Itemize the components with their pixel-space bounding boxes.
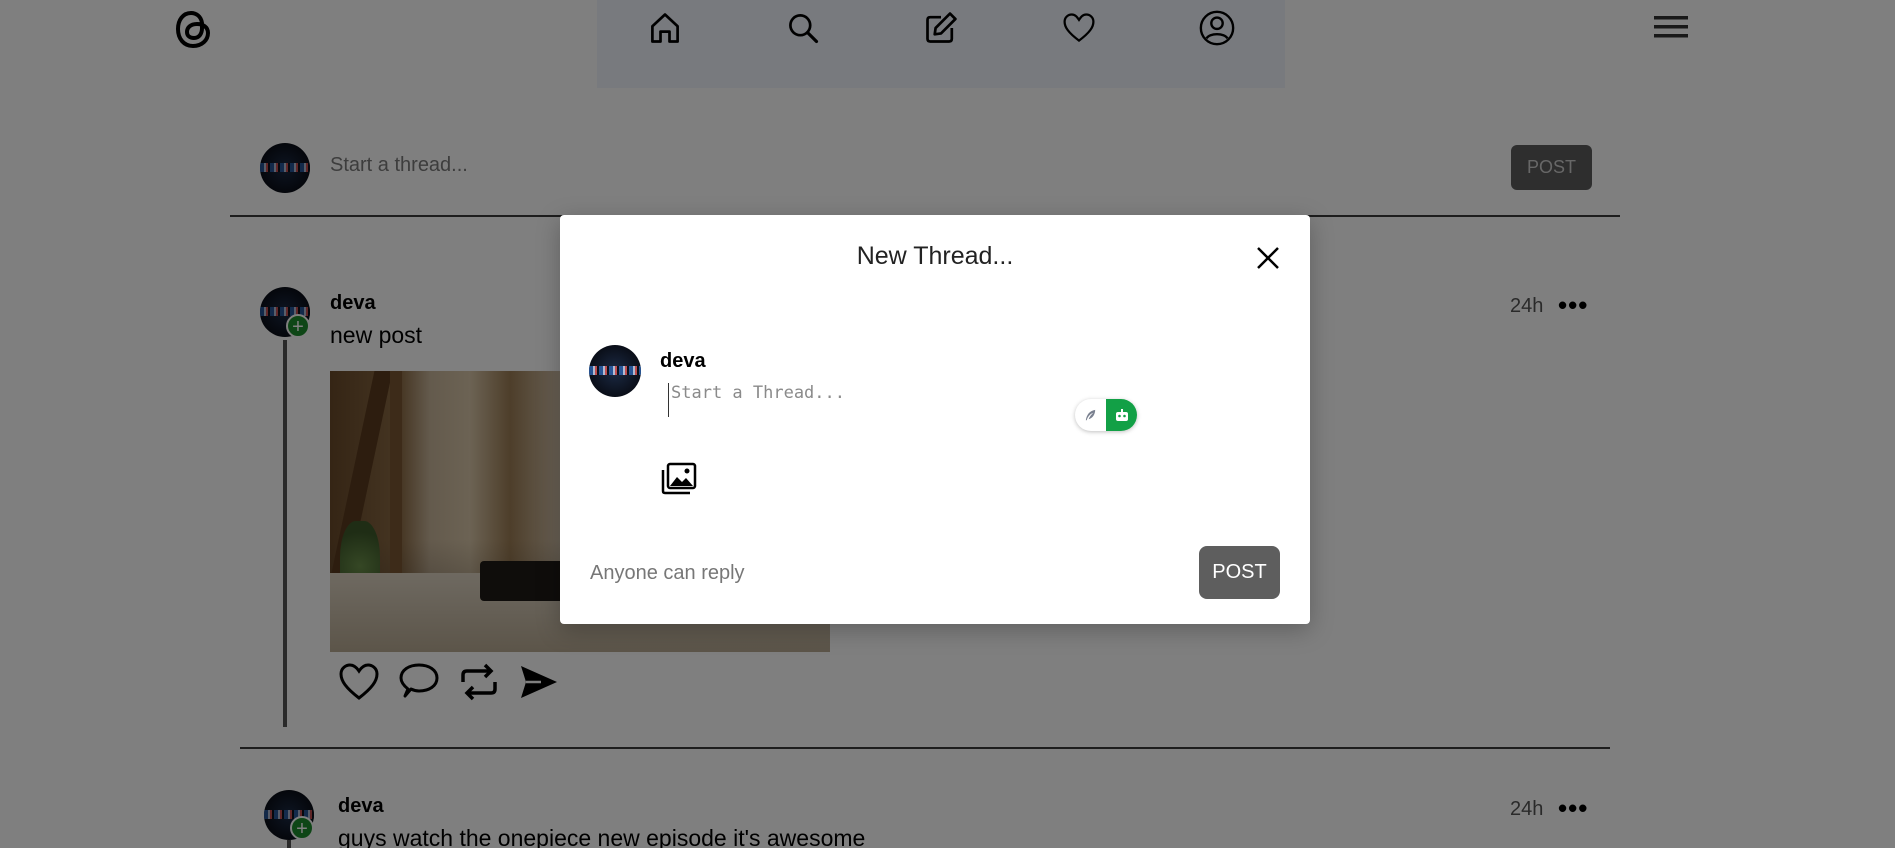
robot-icon[interactable] (1106, 399, 1137, 431)
close-icon (1257, 247, 1279, 269)
modal-avatar[interactable] (589, 345, 641, 397)
images-icon (661, 462, 697, 495)
close-modal-button[interactable] (1252, 242, 1284, 274)
attach-media-button[interactable] (660, 460, 698, 496)
thread-textarea[interactable] (668, 383, 1068, 417)
modal-title: New Thread... (856, 242, 1014, 270)
feather-icon[interactable] (1075, 399, 1106, 431)
modal-username: deva (660, 350, 706, 372)
post-button[interactable]: POST (1199, 546, 1280, 599)
new-thread-modal: New Thread... deva Start a Thread... Any… (560, 215, 1310, 624)
reply-setting[interactable]: Anyone can reply (590, 562, 745, 585)
extension-toggle[interactable] (1075, 399, 1137, 431)
